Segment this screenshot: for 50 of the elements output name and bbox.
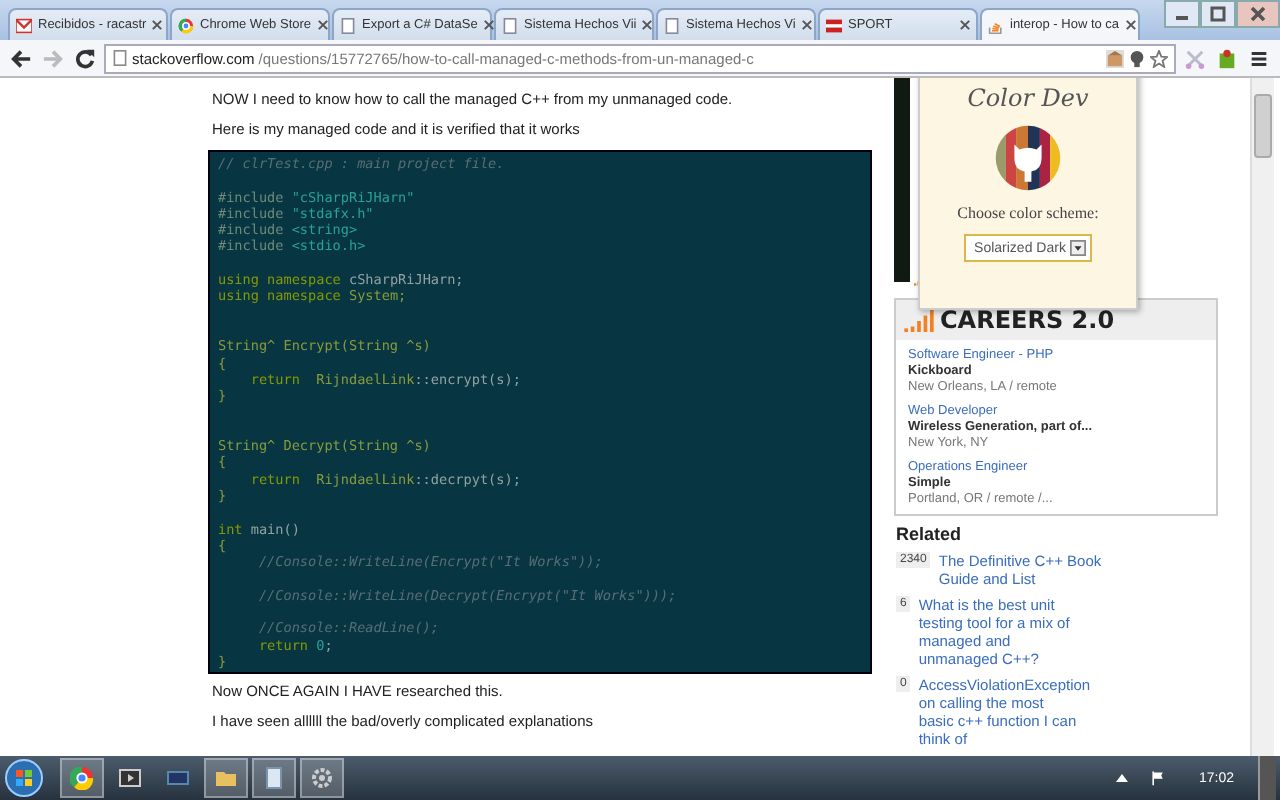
flag-icon[interactable] [1150, 770, 1167, 786]
taskbar-button[interactable] [60, 758, 104, 798]
lightbulb-icon[interactable] [1128, 49, 1146, 67]
careers-title: CAREERS 2.0 [940, 306, 1115, 334]
show-desktop-button[interactable] [1258, 756, 1276, 800]
close-icon[interactable] [1125, 20, 1136, 30]
page-icon [112, 50, 128, 66]
popup-title: Color Dev [967, 84, 1089, 112]
page-icon [502, 17, 518, 33]
page-icon [664, 17, 680, 33]
striped-cat-logo-icon [994, 124, 1062, 192]
scrollbar-thumb[interactable] [1254, 94, 1272, 158]
close-icon[interactable] [642, 20, 653, 30]
start-orb-icon[interactable] [4, 758, 44, 798]
related-heading: Related [896, 524, 964, 544]
folder-icon [214, 766, 238, 790]
close-icon [1248, 6, 1268, 22]
store-icon [178, 17, 194, 33]
flag-icon [826, 17, 842, 33]
page-icon [340, 17, 356, 33]
star-icon[interactable] [1150, 49, 1168, 67]
maximize-icon [1208, 6, 1228, 22]
extension-icon[interactable] [1106, 49, 1124, 67]
mail-icon [16, 17, 32, 33]
taskbar-button[interactable] [252, 758, 296, 798]
minimize-button[interactable] [1164, 0, 1200, 28]
puzzle-icon[interactable] [1214, 47, 1240, 69]
signal-bars-icon [904, 309, 934, 331]
close-icon[interactable] [152, 20, 163, 30]
tray-arrow-icon[interactable] [1114, 770, 1131, 786]
document-icon [262, 766, 286, 790]
close-icon[interactable] [483, 20, 494, 30]
window-icon [166, 766, 190, 790]
browser-icon [70, 766, 94, 790]
taskbar-button[interactable] [204, 758, 248, 798]
reload-icon[interactable] [72, 47, 98, 69]
close-icon[interactable] [960, 20, 970, 30]
gear-icon [310, 766, 334, 790]
back-icon[interactable] [8, 47, 34, 69]
scheme-label: Choose color scheme: [957, 204, 1099, 222]
taskbar-button[interactable] [300, 758, 344, 798]
maximize-button[interactable] [1200, 0, 1236, 28]
stack-icon [988, 17, 1004, 33]
media-player-icon [118, 766, 142, 790]
close-icon[interactable] [801, 20, 812, 30]
close-button[interactable] [1236, 0, 1280, 28]
menu-icon[interactable] [1246, 47, 1272, 69]
scrollbar[interactable] [1250, 78, 1274, 756]
dropdown-arrow-icon [1069, 240, 1086, 256]
close-icon[interactable] [317, 20, 328, 30]
